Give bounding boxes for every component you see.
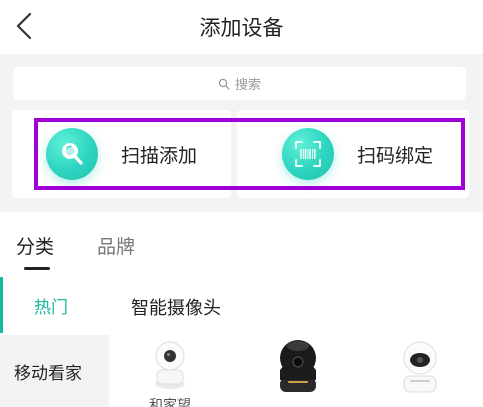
sidebar-item-home-monitoring[interactable]: 移动看家 [0, 335, 109, 407]
product-item[interactable] [274, 334, 322, 398]
header-bar: 添加设备 [0, 0, 483, 54]
white-dome-camera-icon [155, 341, 185, 389]
page-title: 添加设备 [199, 16, 284, 40]
product-item[interactable] [398, 336, 442, 398]
product-item[interactable] [150, 334, 190, 394]
section-title: 智能摄像头 [131, 298, 221, 319]
tab-category[interactable]: 分类 [16, 232, 54, 259]
barcode-scan-icon [282, 128, 334, 180]
active-tab-indicator [24, 267, 50, 270]
scan-bind-label: 扫码绑定 [357, 144, 434, 167]
tab-brand[interactable]: 品牌 [97, 232, 135, 259]
scan-add-button[interactable]: 扫描添加 [12, 110, 231, 198]
sidebar-item-hot[interactable]: 热门 [0, 277, 109, 333]
scan-add-label: 扫描添加 [121, 144, 198, 167]
search-placeholder: 搜索 [234, 78, 261, 93]
sidebar-item-label: 热门 [34, 297, 68, 318]
black-dome-camera-icon [280, 340, 316, 392]
search-icon [218, 78, 230, 89]
magnifier-scan-icon [46, 128, 98, 180]
white-pan-tilt-camera-icon [403, 341, 437, 393]
search-input[interactable]: 搜索 [13, 67, 466, 100]
active-sidebar-indicator [0, 277, 3, 333]
sidebar-item-label: 移动看家 [14, 363, 82, 384]
scan-bind-button[interactable]: 扫码绑定 [237, 110, 469, 198]
product-label: 和家望 [149, 398, 191, 407]
